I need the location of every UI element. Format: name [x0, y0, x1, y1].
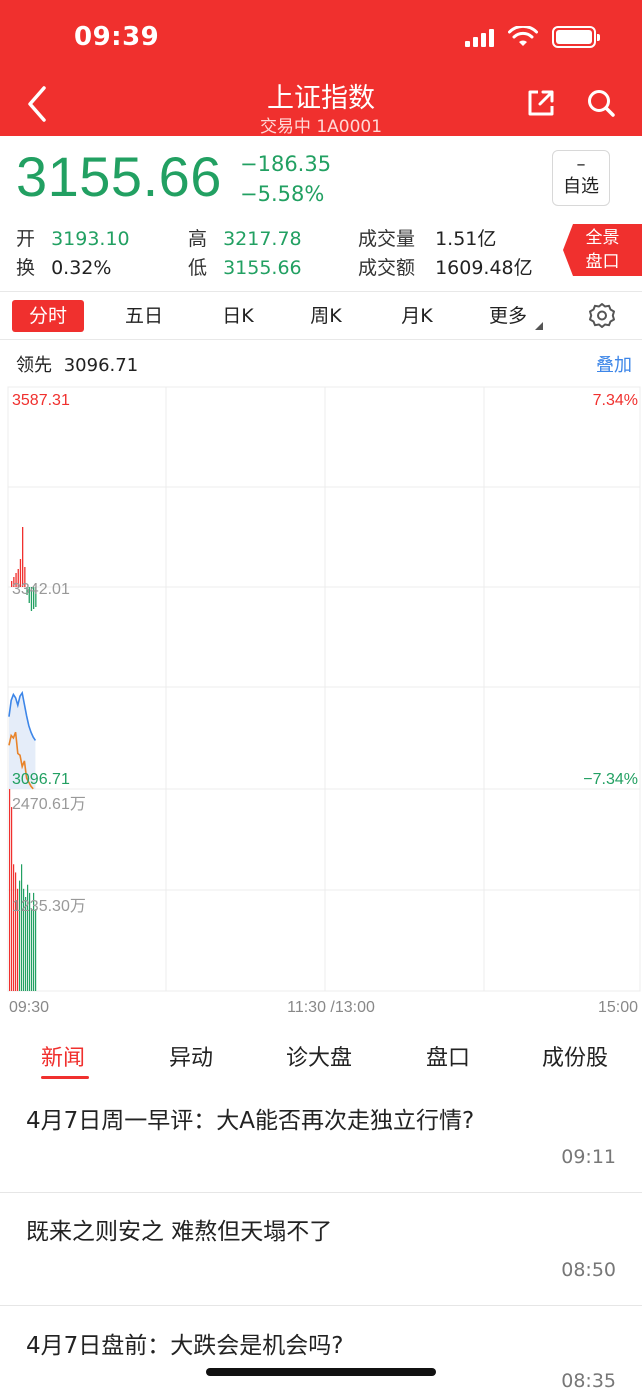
- volume-bar: [15, 872, 17, 991]
- stat-volume-label: 成交量: [358, 228, 416, 250]
- news-tab-constituents[interactable]: 成份股: [542, 1040, 608, 1072]
- time-axis-start: 09:30: [9, 999, 49, 1016]
- news-item-time: 08:50: [561, 1259, 616, 1281]
- status-time: 09:39: [74, 22, 160, 52]
- stat-volume-value: 1.51亿: [435, 228, 497, 250]
- stat-turnover-label: 换: [16, 257, 36, 279]
- price-change: −186.35: [240, 152, 332, 176]
- news-item-title[interactable]: 既来之则安之 难熬但天塌不了: [26, 1215, 606, 1249]
- volume-bar: [35, 909, 37, 991]
- news-item-time: 09:11: [561, 1146, 616, 1168]
- volume-bar: [9, 789, 11, 991]
- volume-bar: [31, 909, 33, 991]
- active-tab-indicator: [41, 1076, 89, 1079]
- volume-bar: [21, 864, 23, 991]
- stat-open-value: 3193.10: [51, 228, 130, 250]
- time-axis-mid: 11:30 /13:00: [287, 999, 375, 1016]
- stat-amount-value: 1609.48亿: [435, 257, 533, 279]
- add-watchlist-button[interactable]: – 自选: [552, 150, 610, 206]
- full-panel-line2: 盘口: [585, 252, 620, 272]
- news-item-title[interactable]: 4月7日盘前：大跌会是机会吗?: [26, 1329, 606, 1363]
- wifi-icon: [508, 26, 538, 46]
- price-axis-top: 3587.31: [12, 392, 70, 409]
- news-tab-diagnosis[interactable]: 诊大盘: [286, 1040, 352, 1072]
- tab-more[interactable]: 更多: [472, 300, 544, 332]
- axis-labels: 3587.31 7.34% 3342.01 3096.71 −7.34% 2470.61万…: [9, 392, 638, 1016]
- tab-weekly-k[interactable]: 周K: [290, 300, 362, 332]
- divider: [0, 291, 642, 292]
- more-dropdown-icon: [535, 322, 543, 330]
- stat-high: 高 3217.78: [188, 224, 302, 251]
- lead-value: 3096.71: [63, 355, 139, 376]
- lead-bars: [11, 527, 37, 611]
- stat-low-label: 低: [188, 257, 208, 279]
- divider: [0, 1305, 642, 1306]
- tab-daily-k[interactable]: 日K: [202, 300, 274, 332]
- tab-five-day[interactable]: 五日: [108, 300, 180, 332]
- news-item-time: 08:35: [561, 1370, 616, 1389]
- news-tab-news[interactable]: 新闻: [41, 1040, 85, 1072]
- gear-icon[interactable]: [588, 302, 616, 330]
- news-tab-orderbook[interactable]: 盘口: [426, 1040, 470, 1072]
- stat-high-value: 3217.78: [223, 228, 302, 250]
- intraday-chart[interactable]: 3587.31 7.34% 3342.01 3096.71 −7.34% 2470.61万…: [0, 385, 642, 1025]
- pct-axis-top: 7.34%: [593, 392, 638, 409]
- stat-amount: 成交额 1609.48亿: [358, 253, 533, 280]
- stat-low-value: 3155.66: [223, 257, 302, 279]
- stat-low: 低 3155.66: [188, 253, 302, 280]
- news-item-title[interactable]: 4月7日周一早评：大A能否再次走独立行情?: [26, 1104, 496, 1138]
- lead-indicator: 领先 3096.71: [16, 351, 138, 377]
- tab-monthly-k[interactable]: 月K: [381, 300, 453, 332]
- watch-label: 自选: [563, 176, 599, 197]
- stat-high-label: 高: [188, 228, 208, 250]
- cellular-signal-icon: [465, 27, 494, 47]
- stat-turnover: 换 0.32%: [16, 253, 111, 280]
- stat-volume: 成交量 1.51亿: [358, 224, 496, 251]
- app-header: 09:39 上证指数 交易中 1A0001: [0, 0, 642, 137]
- chart-border: [7, 386, 641, 992]
- current-price: 3155.66: [16, 145, 222, 208]
- tab-intraday[interactable]: 分时: [12, 300, 84, 332]
- divider: [0, 339, 642, 340]
- volume-axis-top: 2470.61万: [12, 796, 86, 813]
- price-axis-mid: 3342.01: [12, 581, 70, 598]
- home-indicator[interactable]: [206, 1368, 436, 1376]
- stat-open-label: 开: [16, 228, 36, 250]
- stat-open: 开 3193.10: [16, 224, 130, 251]
- price-axis-bottom: 3096.71: [12, 771, 70, 788]
- volume-axis-mid: 1235.30万: [12, 898, 86, 915]
- full-panel-button[interactable]: 全景 盘口: [563, 224, 642, 276]
- search-icon[interactable]: [586, 88, 616, 118]
- full-panel-line1: 全景: [585, 228, 620, 248]
- stat-turnover-value: 0.32%: [51, 257, 112, 279]
- lead-bar: [22, 527, 24, 587]
- news-tab-movement[interactable]: 异动: [169, 1040, 213, 1072]
- price-change-percent: −5.58%: [240, 182, 325, 206]
- volume-bar: [13, 864, 15, 991]
- divider: [0, 1192, 642, 1193]
- time-axis-end: 15:00: [598, 999, 638, 1016]
- share-icon[interactable]: [526, 88, 556, 118]
- overlay-button[interactable]: 叠加: [596, 351, 632, 377]
- battery-icon: [552, 26, 600, 48]
- status-icons: [465, 26, 600, 48]
- pct-axis-bottom: −7.34%: [583, 771, 638, 788]
- chart-grid: [7, 386, 641, 992]
- lead-label: 领先: [16, 355, 52, 376]
- stat-amount-label: 成交额: [358, 257, 416, 279]
- watch-dash: –: [576, 154, 586, 175]
